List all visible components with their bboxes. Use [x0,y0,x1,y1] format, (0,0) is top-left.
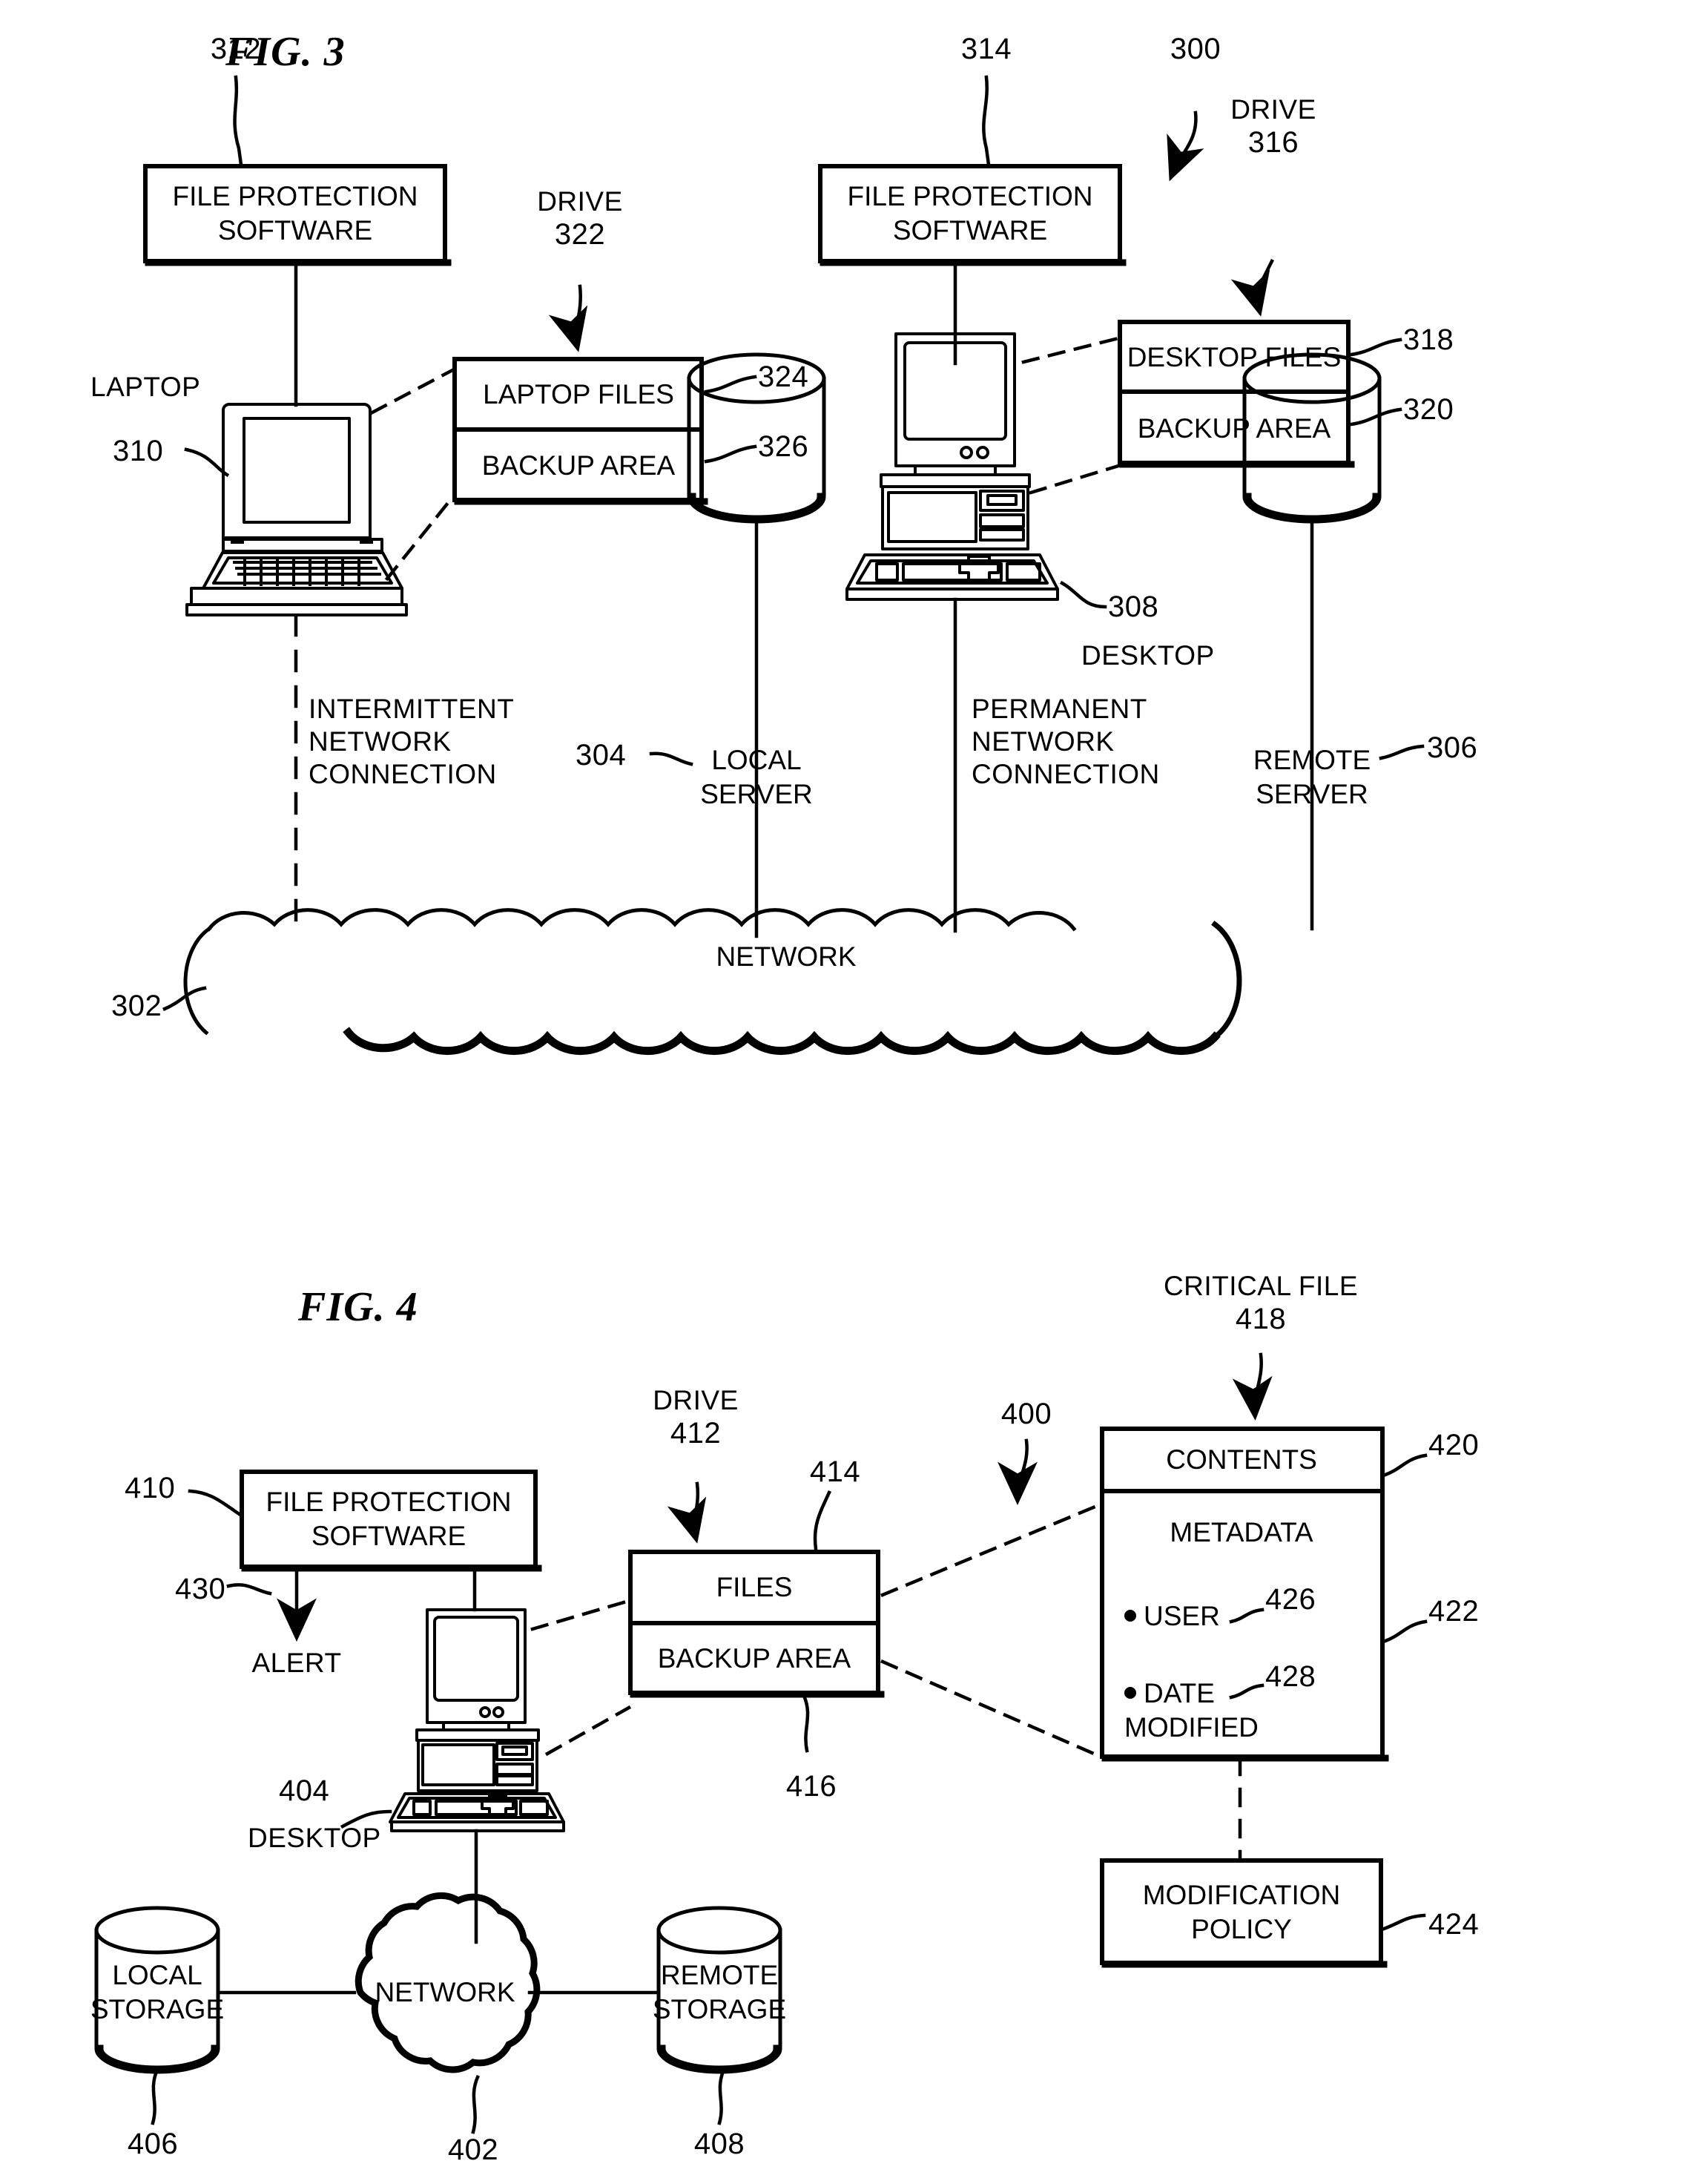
fps-left-line2: SOFTWARE [217,215,373,246]
remote-server-line1: REMOTE [1253,745,1371,775]
ref-412: 412 [670,1417,722,1450]
files-cell: FILES [716,1572,793,1602]
file-protection-software-box-fig4-text: FILE PROTECTION SOFTWARE [240,1485,537,1553]
ref-406: 406 [127,2128,179,2160]
local-storage-cylinder-label: LOCAL STORAGE [68,1958,246,2027]
ref-426: 426 [1265,1583,1316,1616]
modification-policy-box-text: MODIFICATION POLICY [1101,1878,1382,1947]
permanent-line3: CONNECTION [972,759,1160,789]
figure-title-fig4: FIG. 4 [298,1284,418,1330]
ref-424: 424 [1428,1908,1480,1941]
intermittent-line2: NETWORK [309,726,452,757]
patent-drawing-sheet: FIG. 3 312 FILE PROTECTION SOFTWARE DRIV… [0,0,1708,2178]
ref-326: 326 [758,430,809,463]
desktop-label-fig4: DESKTOP [248,1823,381,1853]
intermittent-network-connection-label: INTERMITTENT NETWORK CONNECTION [309,693,514,791]
ref-414: 414 [809,1455,861,1488]
metadata-item-date: DATE [1144,1678,1215,1708]
permanent-line2: NETWORK [972,726,1115,757]
intermittent-line1: INTERMITTENT [309,694,515,724]
ref-320: 320 [1403,393,1454,426]
drive-label-316: DRIVE [1230,94,1316,125]
ref-402: 402 [447,2133,499,2166]
ref-420: 420 [1428,1429,1480,1461]
bullet-user [1124,1610,1136,1622]
metadata-cell: METADATA [1170,1517,1313,1547]
file-protection-software-box-left-text: FILE PROTECTION SOFTWARE [147,180,444,248]
remote-storage-line1: REMOTE [660,1960,779,1990]
ref-306: 306 [1427,731,1478,764]
ref-302: 302 [111,990,162,1022]
fps-right-line1: FILE PROTECTION [847,181,1093,211]
metadata-item-user: USER [1144,1601,1220,1631]
ref-312: 312 [210,33,262,65]
ref-404: 404 [279,1774,330,1807]
ref-408: 408 [693,2128,745,2160]
ref-418: 418 [1235,1303,1287,1335]
permanent-line1: PERMANENT [972,694,1147,724]
fps-right-line2: SOFTWARE [892,215,1048,246]
intermittent-line3: CONNECTION [309,759,497,789]
desktop-backup-area-cell: BACKUP AREA [1137,413,1331,444]
fps-fig4-line2: SOFTWARE [311,1521,466,1551]
remote-storage-cylinder-label: REMOTE STORAGE [627,1958,812,2027]
remote-storage-line2: STORAGE [652,1994,787,2024]
local-server-cylinder-label: LOCAL SERVER [675,743,838,812]
ref-308: 308 [1108,590,1159,623]
network-cloud-label-fig4: NETWORK [375,1977,515,2007]
ref-324: 324 [758,361,809,393]
bullet-date [1124,1687,1136,1699]
ref-430: 430 [175,1573,226,1605]
remote-server-line2: SERVER [1256,779,1368,809]
remote-server-cylinder-label: REMOTE SERVER [1223,743,1401,812]
fps-left-line1: FILE PROTECTION [172,181,418,211]
ref-428: 428 [1265,1660,1316,1693]
permanent-network-connection-label: PERMANENT NETWORK CONNECTION [972,693,1160,791]
laptop-label: LAPTOP [90,372,201,402]
ref-416: 416 [785,1770,837,1803]
local-server-line2: SERVER [700,779,813,809]
ref-316: 316 [1247,126,1299,159]
local-storage-line2: STORAGE [90,1994,225,2024]
local-server-line1: LOCAL [711,745,802,775]
laptop-files-cell: LAPTOP FILES [483,379,674,409]
ref-314: 314 [960,33,1012,65]
file-protection-software-box-right-text: FILE PROTECTION SOFTWARE [822,180,1118,248]
backup-area-cell-fig4: BACKUP AREA [657,1643,851,1674]
ref-310: 310 [113,435,164,467]
critical-file-label: CRITICAL FILE [1163,1271,1359,1301]
local-storage-line1: LOCAL [112,1960,202,1990]
desktop-files-cell: DESKTOP FILES [1127,342,1342,372]
desktop-label-fig3: DESKTOP [1081,640,1215,671]
network-cloud-label-fig3: NETWORK [716,941,857,972]
drive-label-322: DRIVE [537,186,623,217]
ref-400: 400 [1000,1398,1052,1430]
ref-318: 318 [1403,323,1454,356]
modification-policy-line1: MODIFICATION [1142,1880,1341,1910]
ref-304: 304 [576,739,627,771]
ref-422: 422 [1428,1595,1480,1628]
laptop-backup-area-cell: BACKUP AREA [481,450,676,481]
modification-policy-line2: POLICY [1191,1914,1292,1944]
fps-fig4-line1: FILE PROTECTION [266,1487,512,1517]
ref-410: 410 [125,1472,176,1504]
contents-cell: CONTENTS [1166,1444,1317,1475]
drive-label-412: DRIVE [653,1385,739,1415]
alert-label: ALERT [251,1648,342,1678]
ref-300: 300 [1170,33,1221,65]
metadata-item-date-modified: MODIFIED [1124,1712,1259,1743]
ref-322: 322 [554,218,606,251]
